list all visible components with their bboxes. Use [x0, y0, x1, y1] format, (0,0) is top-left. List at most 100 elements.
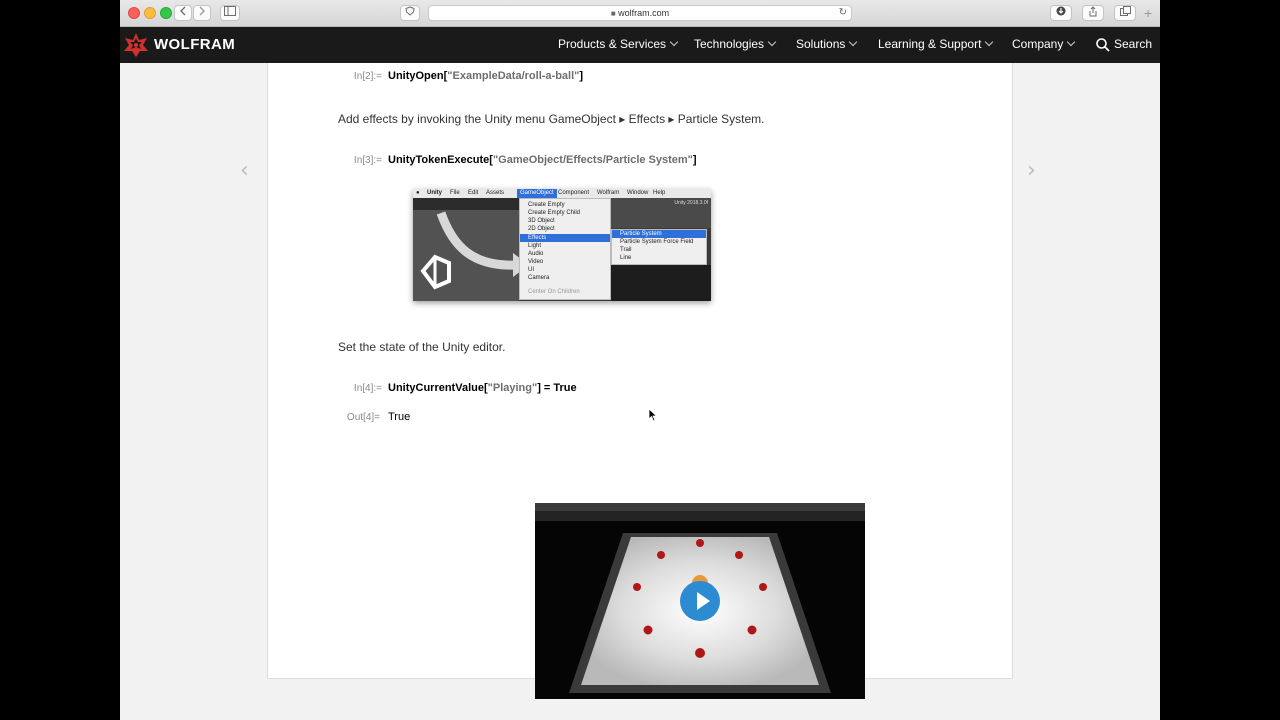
- nav-products-services[interactable]: Products & Services: [558, 37, 679, 51]
- code-close: ]: [579, 70, 584, 82]
- site-logo[interactable]: WOLFRAM: [154, 36, 235, 53]
- unity-menu-screenshot: ● Unity File Edit Assets GameObject Comp…: [413, 189, 711, 301]
- menu-item: Audio: [528, 251, 544, 257]
- minimize-window-button[interactable]: [144, 7, 156, 19]
- share-button[interactable]: [1082, 5, 1104, 21]
- menu-item: 3D Object: [528, 218, 555, 224]
- sidebar-button[interactable]: [220, 5, 240, 21]
- nav-solutions[interactable]: Solutions: [796, 37, 858, 51]
- chevron-down-icon: [669, 37, 679, 47]
- menu-item: Video: [528, 259, 544, 265]
- menu-item-disabled: Center On Children: [528, 289, 580, 295]
- back-button[interactable]: [174, 5, 192, 21]
- chevron-down-icon: [767, 37, 777, 47]
- menu-item: Create Empty Child: [528, 210, 581, 216]
- menubar-item: Window: [627, 190, 649, 196]
- share-icon: [1089, 6, 1097, 17]
- output-value: True: [388, 411, 411, 423]
- prose-set-state: Set the state of the Unity editor.: [338, 340, 506, 354]
- url-text: ■ wolfram.com: [429, 6, 851, 21]
- video-toolbar: [535, 511, 865, 521]
- video-player[interactable]: [535, 503, 865, 699]
- menu-item-selected: Effects: [520, 234, 610, 242]
- browser-window: ■ wolfram.com ↻ + WOLFRAM Products & Ser…: [120, 0, 1160, 720]
- unity-logo-arrow-icon: [420, 211, 529, 290]
- input-label: In[2]:=: [353, 71, 382, 82]
- code-close: ]: [692, 154, 697, 166]
- effects-submenu: Particle System Particle System Force Fi…: [611, 229, 707, 265]
- menubar-item: Help: [653, 190, 666, 196]
- code-string: "ExampleData/roll-a-ball": [447, 70, 580, 82]
- menu-item: Camera: [528, 275, 550, 281]
- code-string: "GameObject/Effects/Particle System": [492, 154, 693, 166]
- browser-toolbar: ■ wolfram.com ↻ +: [120, 0, 1160, 27]
- apple-icon: ●: [416, 190, 420, 196]
- prose-add-effects: Add effects by invoking the Unity menu G…: [338, 112, 765, 126]
- output-label: Out[4]=: [346, 412, 380, 423]
- nav-learning-support[interactable]: Learning & Support: [878, 37, 994, 51]
- menubar-item: Unity: [427, 190, 442, 196]
- nav-label: Company: [1012, 37, 1064, 51]
- code-close: ] = True: [537, 382, 577, 394]
- submenu-item-selected: Particle System: [612, 230, 706, 238]
- code-function: UnityTokenExecute[: [388, 154, 493, 166]
- search-link[interactable]: Search: [1114, 37, 1152, 51]
- code-string: "Playing": [487, 382, 538, 394]
- code-function: UnityCurrentValue[: [388, 382, 488, 394]
- menubar-item: File: [450, 190, 460, 196]
- unity-version-label: Unity 2018.3.0f: [674, 200, 708, 206]
- shield-icon: [405, 6, 415, 16]
- code-unity-current-value: UnityCurrentValue["Playing"] = True: [388, 382, 577, 394]
- chevron-down-icon: [985, 37, 994, 47]
- menubar-item: Assets: [486, 190, 505, 196]
- chevron-down-icon: [1067, 37, 1076, 47]
- submenu-item: Particle System Force Field: [620, 239, 694, 245]
- nav-label: Technologies: [694, 37, 765, 51]
- reader-button[interactable]: [400, 5, 420, 21]
- site-header: WOLFRAM Products & Services Technologies…: [120, 27, 1160, 63]
- menu-item: Create Empty: [528, 202, 565, 208]
- chevron-left-icon: [180, 6, 186, 16]
- forward-button[interactable]: [193, 5, 211, 21]
- nav-label: Learning & Support: [878, 37, 982, 51]
- nav-label: Solutions: [796, 37, 846, 51]
- unity-scene-view: [611, 265, 711, 301]
- url-label: wolfram.com: [618, 8, 670, 18]
- chevron-right-icon: [199, 6, 205, 16]
- menubar-item-selected: GameObject: [517, 189, 557, 198]
- menubar-item: Component: [558, 190, 590, 196]
- tabs-overview-button[interactable]: [1114, 5, 1136, 21]
- tabs-icon: [1119, 6, 1131, 16]
- download-icon: [1056, 6, 1066, 16]
- prev-slide-arrow-icon[interactable]: ‹: [240, 158, 249, 183]
- new-tab-icon[interactable]: +: [1144, 6, 1152, 20]
- code-unity-open: UnityOpen["ExampleData/roll-a-ball"]: [388, 70, 583, 82]
- gameobject-dropdown: Create Empty Create Empty Child 3D Objec…: [519, 198, 611, 300]
- input-label: In[4]:=: [353, 383, 382, 394]
- submenu-item: Trail: [620, 247, 632, 253]
- code-function: UnityOpen[: [388, 70, 448, 82]
- submenu-item: Line: [620, 255, 632, 261]
- lock-icon: ■: [610, 9, 616, 18]
- chevron-down-icon: [849, 37, 858, 47]
- play-icon: [697, 592, 710, 610]
- nav-technologies[interactable]: Technologies: [694, 37, 777, 51]
- input-label: In[3]:=: [353, 155, 382, 166]
- mouse-cursor-icon: [648, 408, 658, 422]
- menu-item: Light: [528, 243, 542, 249]
- unity-menubar: ● Unity File Edit Assets GameObject Comp…: [413, 189, 711, 198]
- menu-item: 2D Object: [528, 226, 555, 232]
- zoom-window-button[interactable]: [160, 7, 172, 19]
- unity-inspector-panel: Unity 2018.3.0f: [611, 198, 711, 228]
- next-slide-arrow-icon[interactable]: ›: [1027, 158, 1036, 183]
- code-unity-token-execute: UnityTokenExecute["GameObject/Effects/Pa…: [388, 154, 697, 166]
- nav-label: Products & Services: [558, 37, 667, 51]
- search-icon[interactable]: [1096, 38, 1110, 52]
- address-bar[interactable]: ■ wolfram.com ↻: [428, 5, 852, 21]
- nav-company[interactable]: Company: [1012, 37, 1076, 51]
- close-window-button[interactable]: [128, 7, 140, 19]
- wolfram-star-icon[interactable]: [122, 32, 150, 58]
- downloads-button[interactable]: [1050, 5, 1072, 21]
- reload-icon[interactable]: ↻: [839, 6, 847, 20]
- sidebar-icon: [224, 6, 236, 16]
